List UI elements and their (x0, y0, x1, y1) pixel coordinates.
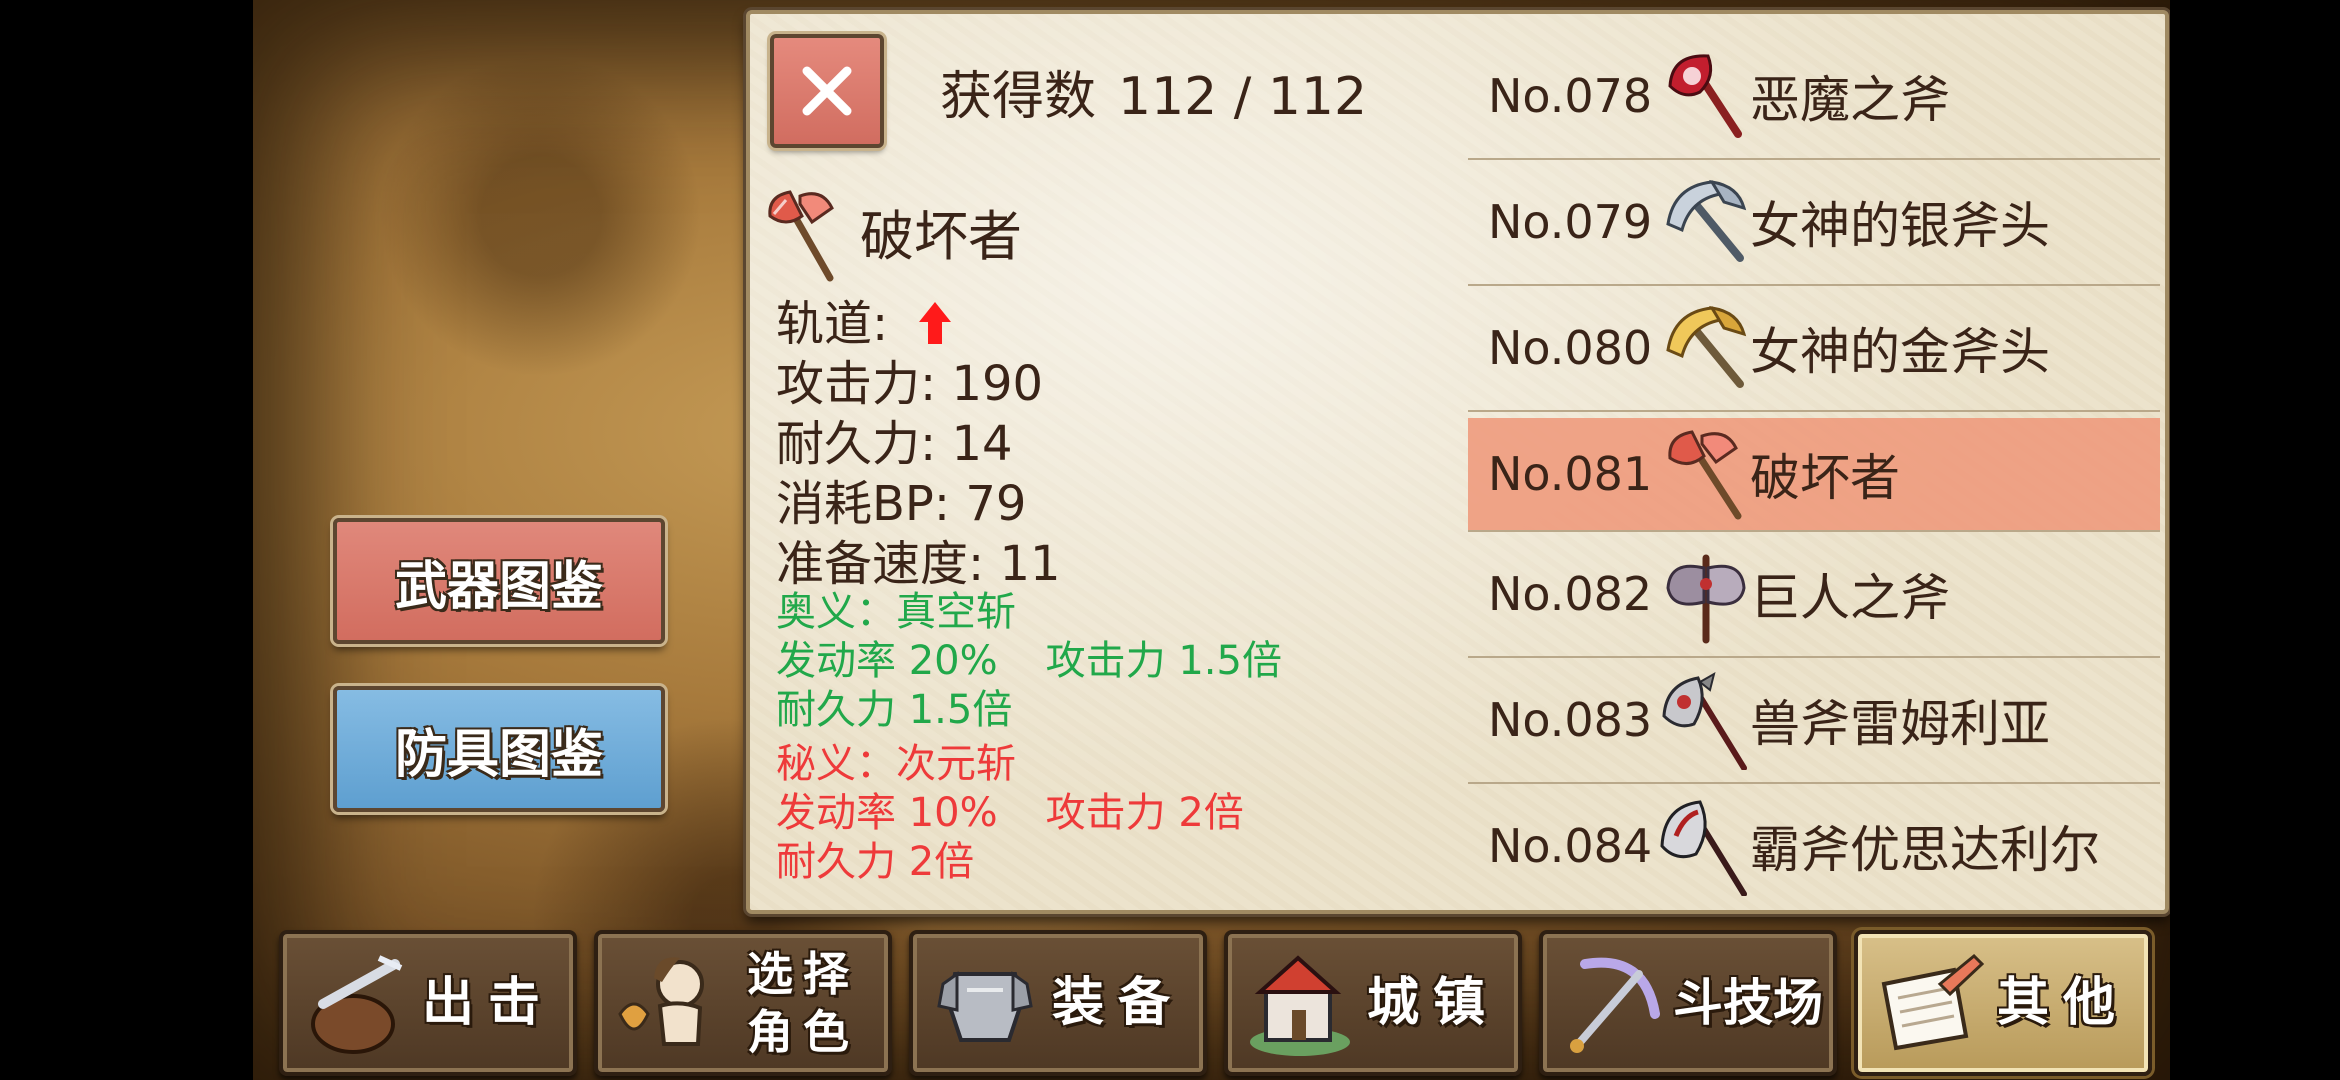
item-number: No.080 (1488, 321, 1653, 375)
stat-label: 准备速度: (776, 536, 985, 592)
game-screen: 武器图鉴 防具图鉴 获得数 112 / 112 破坏者 轨道: 攻击力: 190… (253, 0, 2170, 1080)
item-number: No.082 (1488, 567, 1653, 621)
tab-label: 出击 (421, 973, 554, 1033)
tab-label: 选择 角色 (747, 947, 859, 1059)
item-name: 恶魔之斧 (1750, 71, 1950, 129)
item-name: 巨人之斧 (1750, 569, 1950, 627)
overlord-axe-icon (1660, 800, 1747, 896)
close-button[interactable] (770, 34, 884, 148)
stat-value: 14 (951, 416, 1013, 472)
weapon-list[interactable]: No.078 恶魔之斧 No.079 女神的银斧头 No.080 女神的金斧头 … (1468, 34, 2160, 908)
close-icon (802, 66, 852, 116)
stat-track: 轨道: (776, 294, 1061, 354)
ougi-rate: 发动率 20% (776, 638, 998, 684)
count-label: 获得数 (940, 67, 1097, 127)
list-item[interactable]: No.082 巨人之斧 (1468, 532, 2160, 658)
tab-arena[interactable]: 斗技场 (1539, 930, 1837, 1076)
ougi-durability: 耐久力 1.5倍 (776, 687, 1013, 733)
list-item[interactable]: No.084 霸斧优思达利尔 (1468, 784, 2160, 908)
tab-character-select[interactable]: 选择 角色 (594, 930, 892, 1076)
tab-label: 装备 (1051, 973, 1184, 1033)
item-number: No.079 (1488, 195, 1653, 249)
tab-other[interactable]: 其他 (1854, 930, 2152, 1076)
tab-label: 城镇 (1366, 973, 1499, 1033)
armor-encyclopedia-button[interactable]: 防具图鉴 (333, 686, 665, 812)
ougi-title: 奥义：真空斩 (776, 589, 1016, 635)
item-name: 女神的银斧头 (1750, 197, 2050, 255)
stat-label: 耐久力: (776, 416, 937, 472)
stat-attack: 攻击力: 190 (776, 354, 1061, 414)
tab-sortie[interactable]: 出击 (279, 930, 577, 1076)
stat-bp-cost: 消耗BP: 79 (776, 474, 1061, 534)
stat-value: 190 (951, 356, 1044, 412)
higi-skill: 秘义：次元斩 发动率 10% 攻击力 2倍 耐久力 2倍 (776, 740, 1244, 887)
equipment-icon (937, 971, 1033, 1042)
weapon-stats: 轨道: 攻击力: 190 耐久力: 14 消耗BP: 79 准备速度: 11 (776, 294, 1061, 594)
ougi-attack: 攻击力 1.5倍 (1045, 638, 1282, 684)
list-item[interactable]: No.079 女神的银斧头 (1468, 160, 2160, 286)
collection-count: 获得数 112 / 112 (940, 54, 1367, 129)
list-item-selected[interactable]: No.081 破坏者 (1468, 418, 2160, 532)
tab-label: 其他 (1996, 973, 2129, 1033)
higi-title: 秘义：次元斩 (776, 741, 1016, 787)
stat-label: 轨道: (776, 296, 889, 352)
gold-axe-icon (1666, 306, 1747, 388)
tab-label: 斗技场 (1673, 974, 1823, 1032)
list-item[interactable]: No.080 女神的金斧头 (1468, 286, 2160, 412)
item-name: 兽斧雷姆利亚 (1750, 695, 2050, 753)
bottom-navigation: 出击 选择 角色 装备 城镇 斗技场 其他 (253, 920, 2170, 1080)
stat-value: 11 (999, 536, 1061, 592)
list-item[interactable]: No.078 恶魔之斧 (1468, 34, 2160, 160)
stat-value: 79 (965, 476, 1027, 532)
other-icon (1881, 953, 1985, 1051)
selected-weapon-name: 破坏者 (860, 205, 1022, 268)
higi-attack: 攻击力 2倍 (1045, 790, 1244, 836)
ougi-skill: 奥义：真空斩 发动率 20% 攻击力 1.5倍 耐久力 1.5倍 (776, 588, 1282, 735)
item-number: No.081 (1488, 447, 1653, 501)
item-number: No.083 (1488, 693, 1653, 747)
item-name: 女神的金斧头 (1750, 323, 2050, 381)
item-name: 破坏者 (1750, 449, 1900, 507)
character-select-icon (618, 957, 704, 1046)
ougi-effect: 发动率 20% 攻击力 1.5倍 (776, 637, 1282, 686)
item-number: No.084 (1488, 819, 1653, 873)
encyclopedia-panel: 获得数 112 / 112 破坏者 轨道: 攻击力: 190 耐久力: 14 消耗… (746, 10, 2169, 914)
weapon-encyclopedia-button[interactable]: 武器图鉴 (333, 518, 665, 644)
higi-effect: 发动率 10% 攻击力 2倍 (776, 789, 1244, 838)
stat-durability: 耐久力: 14 (776, 414, 1061, 474)
item-name: 霸斧优思达利尔 (1750, 821, 2100, 879)
higi-rate: 发动率 10% (776, 790, 998, 836)
item-number: No.078 (1488, 69, 1653, 123)
battle-axe-red-icon (768, 190, 834, 282)
stat-label: 攻击力: (776, 356, 937, 412)
sortie-icon (311, 955, 403, 1054)
silver-axe-icon (1666, 180, 1747, 262)
stat-ready-speed: 准备速度: 11 (776, 534, 1061, 594)
arena-icon (1570, 957, 1660, 1053)
list-item[interactable]: No.083 兽斧雷姆利亚 (1468, 658, 2160, 784)
beast-axe-icon (1662, 671, 1747, 770)
count-value: 112 / 112 (1118, 67, 1368, 127)
destroyer-axe-icon (1668, 430, 1742, 520)
tab-town[interactable]: 城镇 (1224, 930, 1522, 1076)
tab-equipment[interactable]: 装备 (909, 930, 1207, 1076)
up-arrow-icon (919, 302, 952, 344)
demon-axe-icon (1668, 54, 1742, 138)
higi-durability: 耐久力 2倍 (776, 839, 975, 885)
giant-axe-icon (1666, 554, 1746, 644)
town-icon (1250, 955, 1350, 1056)
stat-label: 消耗BP: (776, 476, 951, 532)
